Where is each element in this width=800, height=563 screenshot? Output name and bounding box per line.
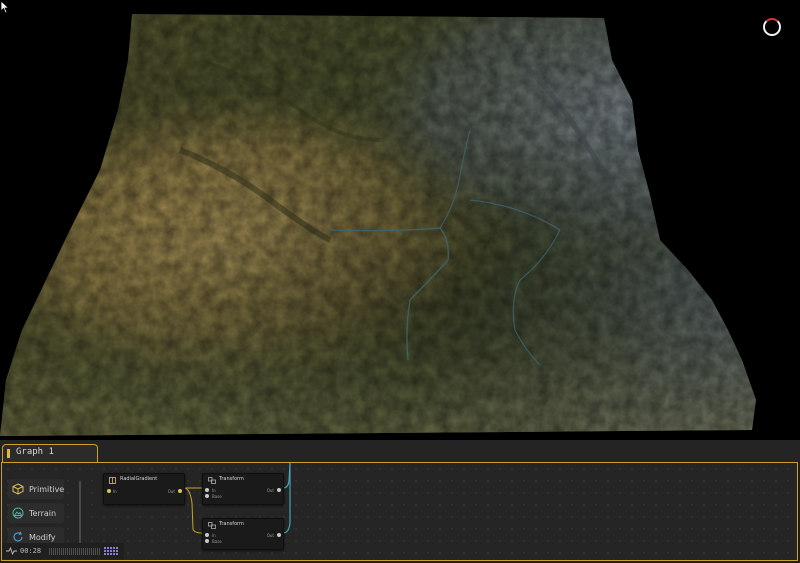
output-port-label: Out — [266, 488, 274, 493]
input-port-label: In — [212, 533, 216, 538]
tab-label: Graph 1 — [16, 447, 54, 457]
node-radial-gradient[interactable]: RadialGradient In Out · — [103, 473, 185, 505]
base-port-dot[interactable] — [205, 494, 209, 498]
transform-node-icon — [208, 522, 216, 529]
terrain-viewport[interactable] — [0, 0, 800, 440]
output-port-dot[interactable] — [178, 489, 182, 493]
input-port-dot[interactable] — [107, 489, 111, 493]
input-port-label: In — [212, 488, 216, 493]
output-port-label: Out — [266, 533, 274, 538]
output-port-label: Out — [167, 489, 175, 494]
tab-active-marker — [7, 449, 10, 458]
input-port-dot[interactable] — [205, 488, 209, 492]
timeline-strip[interactable] — [49, 548, 101, 555]
activity-icon — [6, 547, 17, 555]
output-port-dot[interactable] — [277, 488, 281, 492]
input-port-label: In — [113, 489, 117, 494]
node-transform-2[interactable]: Transform In Base Out · — [202, 518, 284, 550]
input-port-dot[interactable] — [205, 533, 209, 537]
wire-radial-to-transform-2 — [183, 487, 203, 534]
terrain-render — [0, 14, 756, 436]
node-footer: · — [278, 498, 279, 502]
tab-graph-1[interactable]: Graph 1 — [2, 444, 98, 462]
base-port-label: Base — [212, 494, 222, 499]
node-transform-1[interactable]: Transform In Base Out · — [202, 473, 284, 505]
node-title: Transform — [219, 521, 244, 527]
base-port-dot[interactable] — [205, 539, 209, 543]
node-footer: · — [278, 543, 279, 547]
mouse-cursor-icon — [0, 0, 10, 14]
node-title: RadialGradient — [120, 476, 158, 482]
base-port-label: Base — [212, 539, 222, 544]
loading-spinner-icon — [763, 18, 781, 36]
output-port-dot[interactable] — [277, 533, 281, 537]
grid-dots-icon[interactable] — [104, 547, 120, 556]
elapsed-time: 00:28 — [20, 547, 42, 555]
node-footer: · — [179, 498, 180, 502]
gradient-node-icon — [109, 477, 116, 484]
transform-node-icon — [208, 477, 216, 484]
graph-tab-strip: Graph 1 — [0, 440, 800, 463]
wire-transform-1-out — [282, 463, 291, 489]
node-title: Transform — [219, 476, 244, 482]
status-bar: 00:28 — [2, 543, 124, 559]
